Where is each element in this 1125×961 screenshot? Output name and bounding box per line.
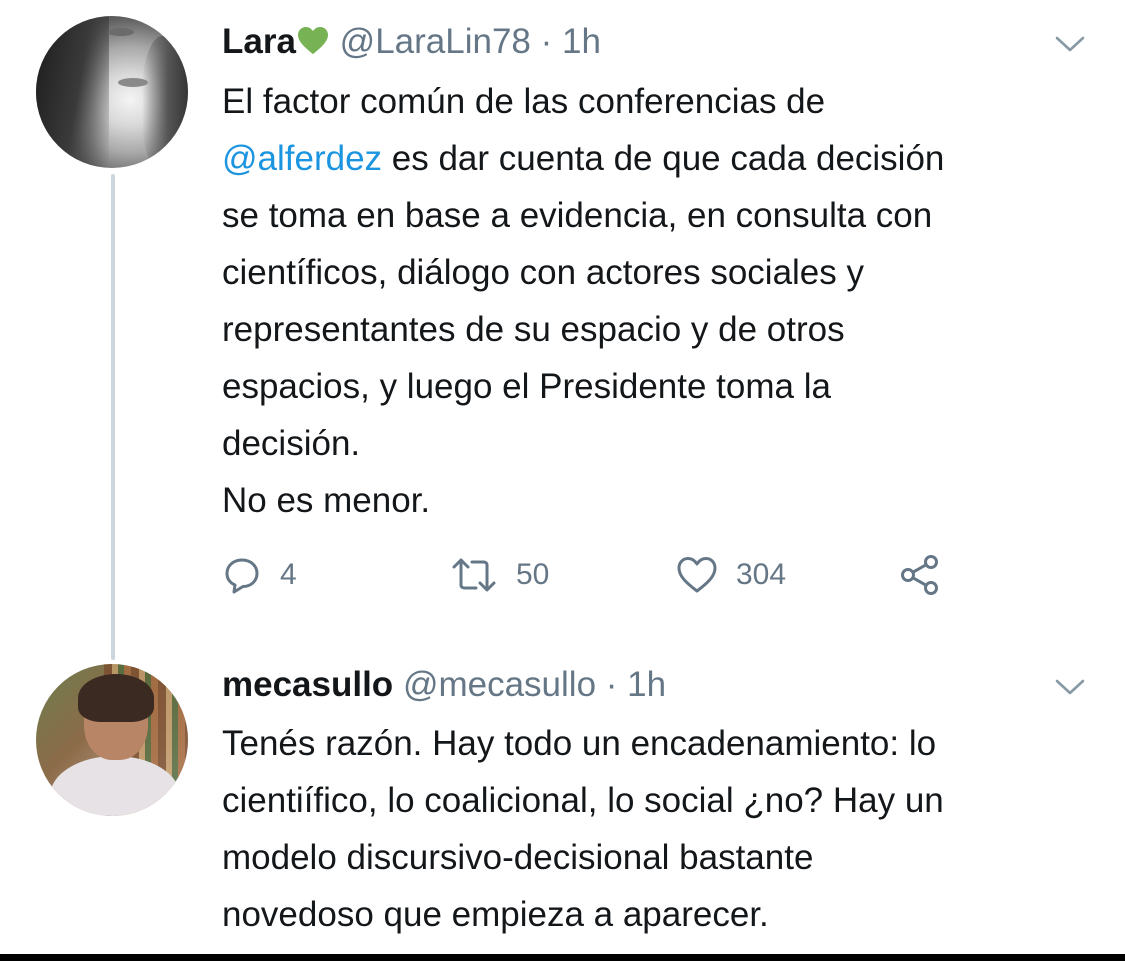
heart-icon xyxy=(677,557,717,593)
tweet-text: Tenés razón. Hay todo un encadenamiento:… xyxy=(222,715,1102,943)
avatar-mecasullo[interactable] xyxy=(36,664,188,816)
tweet-actions: 4 50 304 xyxy=(222,550,982,600)
like-count: 304 xyxy=(736,558,787,591)
tweet-text-line: científicos, diálogo con actores sociale… xyxy=(222,253,864,292)
like-button[interactable]: 304 xyxy=(676,550,786,600)
tweet-text-line: modelo discursivo-decisional bastante xyxy=(222,838,814,877)
retweet-icon xyxy=(452,558,496,592)
tweet-text-line: representantes de su espacio y de otros xyxy=(222,310,845,349)
display-name[interactable]: mecasullo xyxy=(222,665,393,704)
user-handle[interactable]: @LaraLin78 xyxy=(340,22,531,61)
reply-icon xyxy=(225,558,259,594)
retweet-count: 50 xyxy=(516,558,550,591)
tweet-text: El factor común de las conferencias de @… xyxy=(222,73,1102,529)
avatar-lara[interactable] xyxy=(36,16,188,168)
bottom-divider xyxy=(0,954,1125,961)
reply-count: 4 xyxy=(280,558,297,591)
tweet-text-line: espacios, y luego el Presidente toma la xyxy=(222,367,831,406)
timestamp[interactable]: 1h xyxy=(562,22,601,61)
tweet-text-line: decisión. xyxy=(222,424,361,463)
separator-dot: · xyxy=(605,665,618,704)
share-icon xyxy=(901,555,938,595)
tweet-text-line: No es menor. xyxy=(222,481,431,520)
green-heart-icon xyxy=(297,26,328,55)
tweet-text-line: cientiífico, lo coalicional, lo social ¿… xyxy=(222,781,944,820)
tweet-text-line: @alferdez es dar cuenta de que cada deci… xyxy=(222,130,1102,187)
retweet-button[interactable]: 50 xyxy=(450,550,549,600)
share-button[interactable] xyxy=(898,550,942,600)
tweet-text-line: El factor común de las conferencias de xyxy=(222,82,826,121)
timestamp[interactable]: 1h xyxy=(627,665,666,704)
tweet-header: Lara @LaraLin78 · 1h xyxy=(222,20,601,64)
chevron-down-icon[interactable] xyxy=(1054,677,1086,697)
tweet-text-line: novedoso que empieza a aparecer. xyxy=(222,895,769,934)
reply-button[interactable]: 4 xyxy=(222,550,297,600)
user-handle[interactable]: @mecasullo xyxy=(403,665,596,704)
separator-dot: · xyxy=(540,22,553,61)
chevron-down-icon[interactable] xyxy=(1054,34,1086,54)
thread-line xyxy=(111,174,115,660)
tweet-text-line: Tenés razón. Hay todo un encadenamiento:… xyxy=(222,724,937,763)
display-name[interactable]: Lara xyxy=(222,22,296,61)
tweet-header: mecasullo @mecasullo · 1h xyxy=(222,663,666,707)
tweet-text-line: se toma en base a evidencia, en consulta… xyxy=(222,196,933,235)
mention-link[interactable]: @alferdez xyxy=(222,139,382,178)
tweet-text-segment: es dar cuenta de que cada decisión xyxy=(382,139,945,178)
